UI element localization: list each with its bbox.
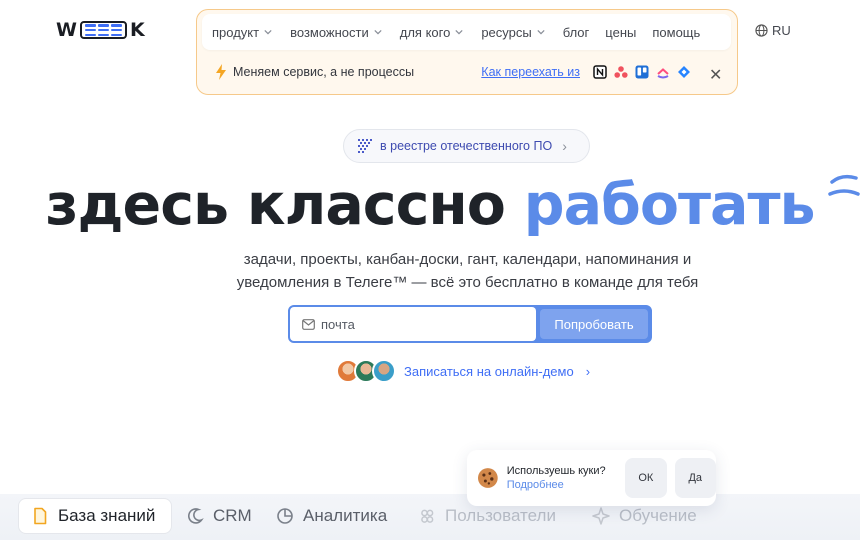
- tab-label: База знаний: [58, 506, 156, 525]
- tab-label: Аналитика: [303, 506, 388, 525]
- chevron-down-icon: [374, 29, 382, 35]
- cookie-icon: [477, 468, 498, 488]
- chevron-right-icon: ›: [562, 138, 567, 154]
- nav-features[interactable]: возможности: [290, 25, 382, 40]
- clickup-icon[interactable]: [656, 65, 670, 79]
- main-nav: продукт возможности для кого ресурсы бло…: [202, 14, 731, 50]
- nav-blog[interactable]: блог: [563, 25, 590, 40]
- language-label: RU: [772, 23, 791, 38]
- pie-chart-icon: [277, 508, 293, 524]
- title-part-dark: здесь классно: [45, 172, 524, 238]
- avatar: [372, 359, 396, 383]
- nav-resources[interactable]: ресурсы: [481, 24, 545, 40]
- avatar-group: [336, 359, 396, 383]
- nav-product-label: продукт: [212, 24, 260, 40]
- jira-icon[interactable]: [677, 65, 691, 79]
- tab-crm[interactable]: CRM: [186, 498, 252, 534]
- chevron-down-icon: [455, 29, 463, 35]
- registry-label: в реестре отечественного ПО: [380, 139, 553, 153]
- logo-letter-w: W: [56, 19, 77, 41]
- weeek-logo[interactable]: W K: [56, 18, 145, 42]
- nav-pricing[interactable]: цены: [605, 25, 636, 40]
- globe-icon: [755, 24, 768, 37]
- navigation-panel: продукт возможности для кого ресурсы бло…: [196, 9, 738, 95]
- tab-analytics[interactable]: Аналитика: [276, 498, 387, 534]
- asana-icon[interactable]: [614, 65, 628, 79]
- try-button[interactable]: Попробовать: [540, 309, 648, 339]
- sparkle-icon: [592, 507, 610, 525]
- cookie-question: Используешь куки?: [506, 465, 606, 477]
- promo-text: Меняем сервис, а не процессы: [233, 65, 415, 79]
- demo-label: Записаться на онлайн-демо: [404, 363, 574, 379]
- moon-icon: [188, 508, 204, 524]
- nav-audience-label: для кого: [399, 24, 451, 40]
- migration-link[interactable]: Как переехать из: [481, 65, 580, 79]
- chevron-down-icon: [264, 29, 272, 35]
- mail-icon: [302, 318, 315, 330]
- subtitle-line-1: задачи, проекты, канбан-доски, гант, кал…: [243, 251, 692, 268]
- demo-link[interactable]: Записаться на онлайн-демо ›: [336, 357, 590, 385]
- tab-knowledge-base[interactable]: База знаний: [18, 498, 172, 534]
- signup-form: почта Попробовать: [288, 305, 652, 343]
- nav-help[interactable]: помощь: [652, 25, 700, 40]
- tab-label: CRM: [213, 506, 252, 525]
- nav-resources-label: ресурсы: [481, 24, 532, 40]
- notion-icon[interactable]: [593, 65, 607, 79]
- cookie-banner: Используешь куки? Подробнее ОК Да: [467, 450, 716, 506]
- nav-features-label: возможности: [290, 24, 369, 40]
- sparkle-decoration-icon: [828, 174, 860, 196]
- registry-icon: [358, 139, 372, 153]
- nav-audience[interactable]: для кого: [400, 25, 464, 40]
- trello-icon[interactable]: [635, 65, 649, 79]
- title-part-accent: работать: [523, 172, 816, 238]
- chevron-right-icon: ›: [585, 363, 591, 379]
- users-icon: [421, 509, 434, 523]
- chevron-down-icon: [537, 29, 545, 35]
- cookie-more-link[interactable]: Подробнее: [507, 478, 625, 492]
- close-icon[interactable]: ✕: [709, 65, 723, 84]
- nav-product[interactable]: продукт: [212, 25, 272, 40]
- tab-label: Обучение: [619, 506, 697, 525]
- document-icon: [34, 507, 47, 525]
- subtitle-line-2: уведомления в Телеге™ — всё это бесплатн…: [236, 274, 699, 291]
- email-placeholder: почта: [321, 316, 355, 332]
- page-title: здесь классно работать: [0, 172, 860, 238]
- lightning-icon: [216, 64, 226, 80]
- promo-banner: Меняем сервис, а не процессы Как перееха…: [215, 62, 723, 84]
- hero-subtitle: задачи, проекты, канбан-доски, гант, кал…: [0, 248, 860, 294]
- registry-badge[interactable]: в реестре отечественного ПО ›: [343, 129, 590, 163]
- language-switcher[interactable]: RU: [755, 23, 791, 38]
- feature-tabs: База знаний CRM Аналитика Пользователи О…: [0, 494, 860, 540]
- email-field[interactable]: почта: [290, 307, 536, 341]
- logo-letter-k: K: [129, 19, 145, 41]
- cookie-yes-button[interactable]: Да: [674, 458, 716, 498]
- cookie-message: Используешь куки? Подробнее: [507, 464, 625, 492]
- tab-label: Пользователи: [445, 506, 556, 525]
- cookie-ok-button[interactable]: ОК: [625, 458, 667, 498]
- logo-mark: [79, 21, 127, 39]
